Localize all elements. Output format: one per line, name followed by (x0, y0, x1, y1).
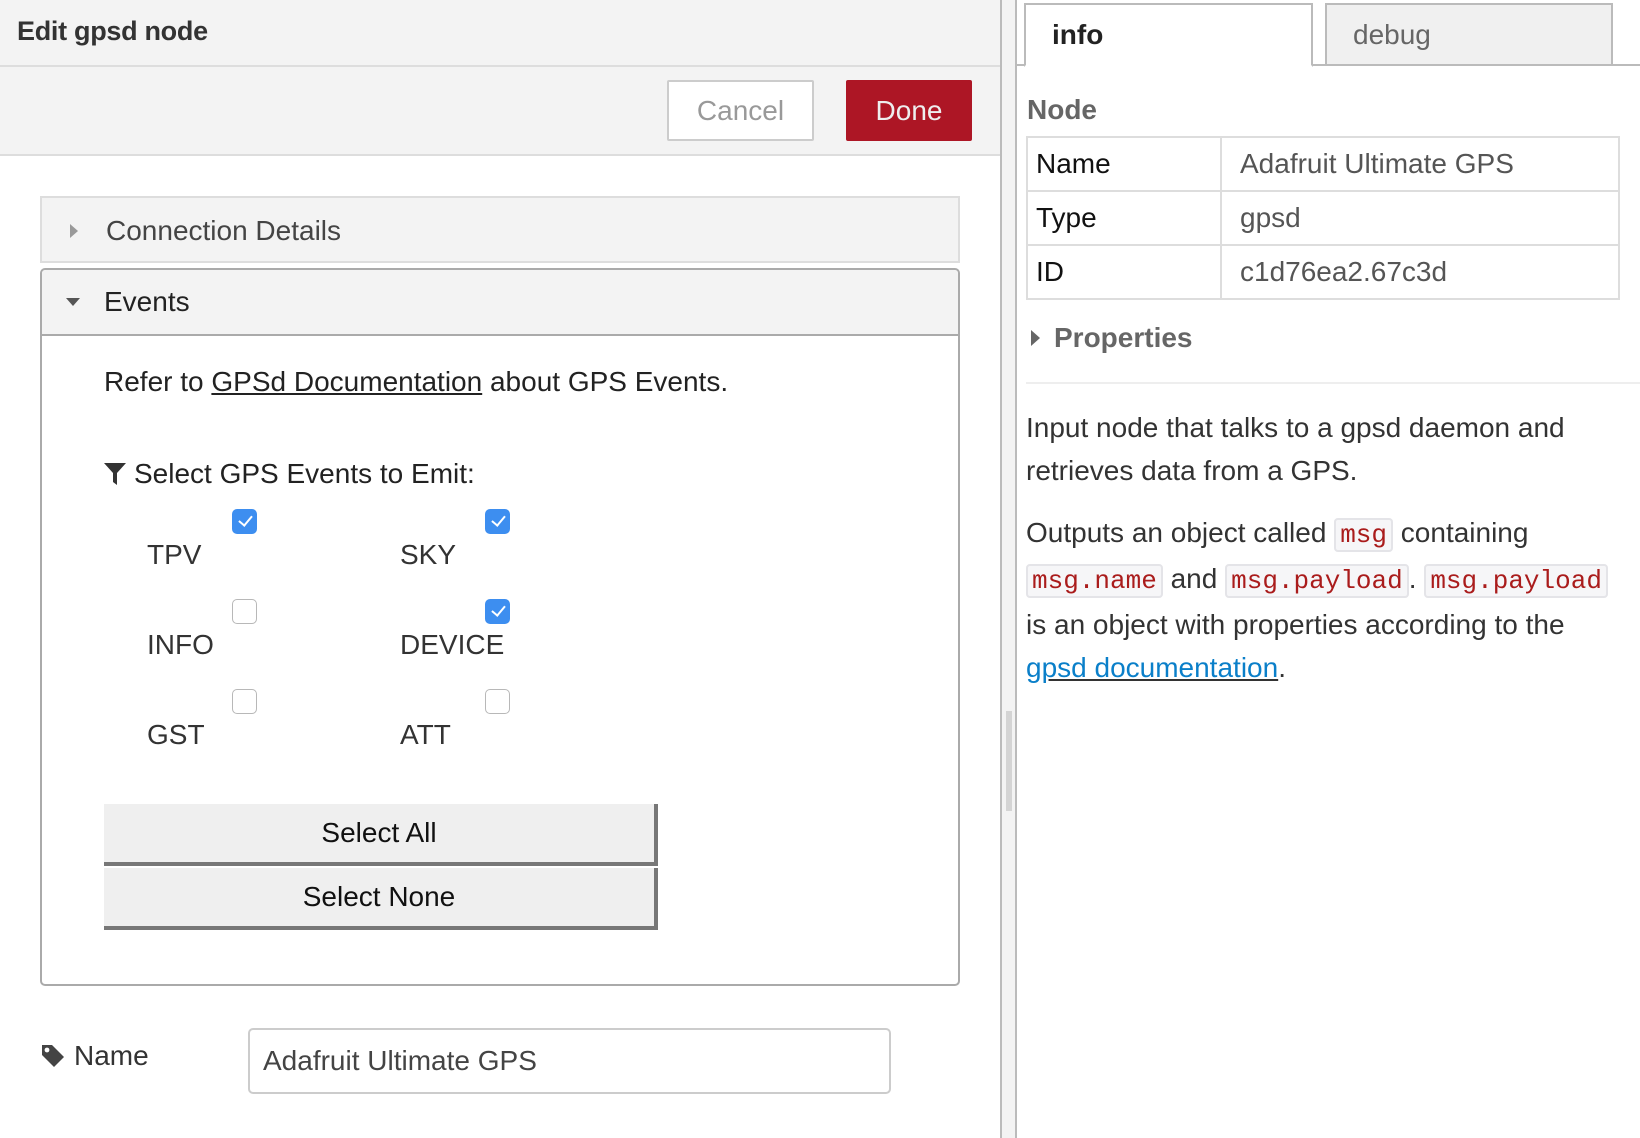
code-msg-payload: msg.payload (1225, 564, 1409, 598)
divider (1026, 382, 1640, 384)
name-label: Name (40, 1040, 149, 1072)
help-text: Outputs an object called (1026, 517, 1335, 548)
panel-splitter[interactable] (1000, 0, 1017, 1138)
tab-debug[interactable]: debug (1325, 3, 1613, 66)
row-value: Adafruit Ultimate GPS (1220, 136, 1620, 192)
caret-down-icon (66, 298, 80, 306)
checkbox[interactable] (232, 689, 257, 714)
table-row: ID c1d76ea2.67c3d (1026, 244, 1620, 300)
help-text: is an object with properties according t… (1026, 609, 1565, 640)
select-events-label: Select GPS Events to Emit: (104, 458, 475, 490)
gpsd-documentation-link[interactable]: GPSd Documentation (211, 366, 482, 397)
tab-info[interactable]: info (1024, 3, 1313, 67)
events-section: Events Refer to GPSd Documentation about… (40, 268, 960, 986)
select-none-button[interactable]: Select None (104, 868, 658, 930)
checkbox-label: ATT (400, 719, 451, 750)
name-input[interactable] (248, 1028, 891, 1094)
tray-header: Edit gpsd node (0, 0, 1000, 67)
help-text: and (1162, 563, 1226, 594)
select-events-text: Select GPS Events to Emit: (134, 458, 475, 489)
checkbox-label: DEVICE (400, 629, 505, 660)
event-checkbox-gst[interactable]: GST (147, 689, 347, 769)
code-msg: msg (1334, 518, 1394, 552)
checkbox-label: INFO (147, 629, 214, 660)
table-row: Type gpsd (1026, 190, 1620, 246)
event-checkbox-device[interactable]: DEVICE (400, 599, 600, 679)
connection-details-header[interactable]: Connection Details (42, 198, 958, 264)
checkbox-label: SKY (400, 539, 457, 570)
refer-text: Refer to GPSd Documentation about GPS Ev… (104, 366, 728, 398)
sidebar-tab-bar: info debug (1017, 0, 1640, 67)
checkbox-label: TPV (147, 539, 202, 570)
tray-title: Edit gpsd node (17, 16, 208, 46)
checkbox[interactable] (485, 509, 510, 534)
event-checkbox-tpv[interactable]: TPV (147, 509, 347, 589)
gpsd-documentation-link[interactable]: gpsd documentation (1026, 652, 1278, 683)
tray-toolbar: Cancel Done (0, 67, 1000, 156)
event-checkbox-sky[interactable]: SKY (400, 509, 600, 589)
refer-prefix: Refer to (104, 366, 212, 397)
help-text: . (1408, 563, 1425, 594)
node-info-table: Name Adafruit Ultimate GPS Type gpsd ID … (1026, 136, 1620, 300)
row-key: Type (1026, 190, 1222, 246)
checkbox[interactable] (232, 599, 257, 624)
help-description: Input node that talks to a gpsd daemon a… (1026, 412, 1565, 486)
caret-right-icon (70, 224, 78, 238)
row-value: gpsd (1220, 190, 1620, 246)
table-row: Name Adafruit Ultimate GPS (1026, 136, 1620, 192)
edit-tray: Edit gpsd node Cancel Done Connection De… (0, 0, 1000, 1138)
done-button[interactable]: Done (846, 80, 972, 141)
events-header[interactable]: Events (42, 270, 958, 336)
cancel-button[interactable]: Cancel (667, 80, 814, 141)
name-label-text: Name (74, 1040, 149, 1071)
row-value: c1d76ea2.67c3d (1220, 244, 1620, 300)
connection-details-section[interactable]: Connection Details (40, 196, 960, 263)
tag-icon (42, 1045, 64, 1067)
node-heading: Node (1027, 94, 1097, 125)
info-sidebar: info debug Node Name Adafruit Ultimate G… (1017, 0, 1640, 1138)
row-key: ID (1026, 244, 1222, 300)
connection-details-label: Connection Details (106, 215, 342, 246)
event-checkbox-att[interactable]: ATT (400, 689, 600, 769)
splitter-handle[interactable] (1006, 711, 1012, 811)
filter-icon (104, 463, 126, 485)
select-all-button[interactable]: Select All (104, 804, 658, 866)
code-msg-name: msg.name (1026, 564, 1163, 598)
checkbox[interactable] (485, 689, 510, 714)
caret-right-icon (1031, 330, 1040, 346)
checkbox[interactable] (485, 599, 510, 624)
help-text: containing (1393, 517, 1529, 548)
checkbox[interactable] (232, 509, 257, 534)
properties-toggle[interactable]: Properties (1031, 322, 1193, 354)
checkbox-label: GST (147, 719, 205, 750)
refer-suffix: about GPS Events. (482, 366, 729, 397)
event-checkbox-info[interactable]: INFO (147, 599, 347, 679)
properties-label: Properties (1054, 322, 1193, 353)
events-label: Events (104, 286, 190, 317)
help-outputs: Outputs an object called msg containing … (1026, 511, 1626, 689)
help-text: . (1278, 652, 1286, 683)
row-key: Name (1026, 136, 1222, 192)
code-msg-payload: msg.payload (1424, 564, 1608, 598)
